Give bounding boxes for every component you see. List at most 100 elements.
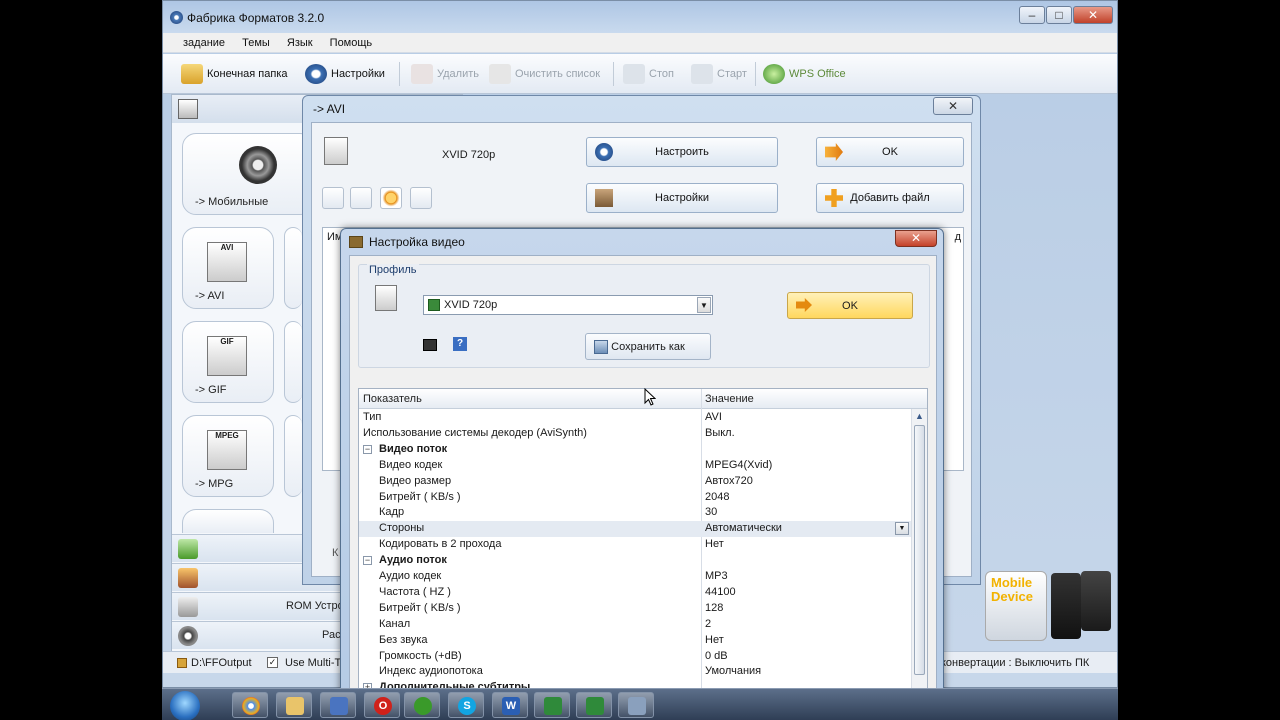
- maximize-button[interactable]: □: [1046, 6, 1072, 24]
- start-button[interactable]: [170, 691, 200, 720]
- minimize-button[interactable]: –: [1019, 6, 1045, 24]
- settings-button[interactable]: Настройки: [305, 62, 385, 86]
- taskbar-chrome[interactable]: [232, 692, 268, 718]
- grid-row[interactable]: Битрейт ( KB/s ) 128: [359, 601, 911, 617]
- scroll-thumb[interactable]: [914, 425, 925, 675]
- dialog-close-button[interactable]: ✕: [895, 230, 937, 247]
- property-grid: Показатель Значение Тип AVI Использование …: [358, 388, 928, 694]
- grid-row-value[interactable]: Автоx720: [705, 475, 753, 487]
- wps-office-button[interactable]: WPS Office: [763, 62, 846, 86]
- avi-ok-button[interactable]: OK: [816, 137, 964, 167]
- grid-row-value[interactable]: 30: [705, 506, 717, 518]
- spreadsheet-icon: [544, 697, 562, 715]
- profile-select[interactable]: XVID 720p ▼: [423, 295, 713, 315]
- scroll-up-icon[interactable]: ▲: [915, 411, 924, 421]
- output-path[interactable]: D:\FFOutput: [191, 657, 252, 669]
- clear-icon[interactable]: [350, 187, 372, 209]
- taskbar-word[interactable]: W: [492, 692, 528, 718]
- close-button[interactable]: ✕: [1073, 6, 1113, 24]
- multithread-checkbox[interactable]: ✓: [267, 657, 278, 668]
- grid-row-value[interactable]: Нет: [705, 538, 724, 550]
- dialog-ok-button[interactable]: OK: [787, 292, 913, 319]
- taskbar-opera[interactable]: O: [364, 692, 400, 718]
- grid-row[interactable]: Частота ( HZ ) 44100: [359, 585, 911, 601]
- grid-row-value[interactable]: Умолчания: [705, 665, 761, 677]
- grid-row-value[interactable]: 128: [705, 602, 723, 614]
- menu-help[interactable]: Помощь: [330, 33, 373, 53]
- console-icon[interactable]: [423, 339, 437, 351]
- taskbar-excel-2[interactable]: [576, 692, 612, 718]
- grid-row[interactable]: Без звука Нет: [359, 633, 911, 649]
- grid-row-key: Видео размер: [379, 474, 452, 487]
- info-icon[interactable]: [410, 187, 432, 209]
- after-conversion-label[interactable]: конвертации : Выключить ПК: [941, 657, 1089, 669]
- folder-icon: [286, 697, 304, 715]
- col-param-header[interactable]: Показатель: [363, 393, 422, 405]
- grid-section[interactable]: − Видео поток: [359, 442, 911, 458]
- avi-close-button[interactable]: ✕: [933, 97, 973, 115]
- col-value-header[interactable]: Значение: [705, 393, 754, 405]
- save-as-button[interactable]: Сохранить как: [585, 333, 711, 360]
- start-label: Старт: [717, 68, 747, 80]
- help-icon[interactable]: ?: [453, 337, 467, 351]
- clear-list-button[interactable]: Очистить список: [489, 62, 600, 86]
- grid-row[interactable]: Использование системы декодер (AviSynth)…: [359, 426, 911, 442]
- grid-row-value[interactable]: 2048: [705, 491, 729, 503]
- grid-row[interactable]: Громкость (+dB) 0 dB: [359, 649, 911, 665]
- grid-row-key: Кадр: [379, 506, 405, 519]
- grid-row-value[interactable]: 2: [705, 618, 711, 630]
- menu-language[interactable]: Язык: [287, 33, 313, 53]
- collapse-icon[interactable]: −: [363, 556, 372, 566]
- grid-row-value[interactable]: 0 dB: [705, 650, 728, 662]
- taskbar-app[interactable]: [320, 692, 356, 718]
- tile-partial[interactable]: [182, 509, 274, 533]
- taskbar-format-factory[interactable]: [618, 692, 654, 718]
- delete-button[interactable]: Удалить: [411, 62, 479, 86]
- grid-row-value[interactable]: Выкл.: [705, 427, 735, 439]
- taskbar-excel[interactable]: [534, 692, 570, 718]
- play-icon[interactable]: [380, 187, 402, 209]
- tile-mpg[interactable]: MPEG -> MPG: [182, 415, 274, 497]
- add-file-button[interactable]: Добавить файл: [816, 183, 964, 213]
- stop-button[interactable]: Стоп: [623, 62, 674, 86]
- menu-themes[interactable]: Темы: [242, 33, 270, 53]
- grid-row[interactable]: Битрейт ( KB/s ) 2048: [359, 490, 911, 506]
- promo-line2: Device: [991, 589, 1033, 604]
- grid-row-value[interactable]: MPEG4(Xvid): [705, 459, 772, 471]
- tile-mobile[interactable]: -> Мобильные: [182, 133, 314, 215]
- grid-row-value[interactable]: Автоматически: [705, 522, 782, 534]
- menu-task[interactable]: задание: [183, 33, 225, 53]
- taskbar-skype[interactable]: S: [448, 692, 484, 718]
- grid-row-value[interactable]: Нет: [705, 634, 724, 646]
- start-button[interactable]: Старт: [691, 62, 747, 86]
- skype-icon: S: [458, 697, 476, 715]
- grid-section[interactable]: − Аудио поток: [359, 553, 911, 569]
- avi-file-icon: [375, 285, 397, 311]
- dialog-title: Настройка видео: [369, 235, 465, 249]
- grid-row[interactable]: Кадр 30: [359, 505, 911, 521]
- output-folder-button[interactable]: Конечная папка: [181, 62, 288, 86]
- grid-row-value[interactable]: AVI: [705, 411, 722, 423]
- collapse-icon[interactable]: −: [363, 444, 372, 454]
- grid-row[interactable]: Кодировать в 2 прохода Нет: [359, 537, 911, 553]
- grid-row-value[interactable]: MP3: [705, 570, 728, 582]
- tile-avi[interactable]: AVI -> AVI: [182, 227, 274, 309]
- grid-row[interactable]: Видео кодек MPEG4(Xvid): [359, 458, 911, 474]
- chevron-down-icon[interactable]: ▼: [895, 522, 909, 536]
- remove-icon[interactable]: [322, 187, 344, 209]
- configure-button[interactable]: Настроить: [586, 137, 778, 167]
- avi-settings-button[interactable]: Настройки: [586, 183, 778, 213]
- grid-row[interactable]: Тип AVI: [359, 410, 911, 426]
- grid-row[interactable]: Индекс аудиопотока Умолчания: [359, 664, 911, 680]
- avi-ok-label: OK: [882, 146, 898, 158]
- grid-row-key: Аудио поток: [379, 554, 447, 567]
- grid-row-value[interactable]: 44100: [705, 586, 736, 598]
- grid-row[interactable]: Стороны Автоматически ▼: [359, 521, 911, 538]
- grid-row[interactable]: Аудио кодек MP3: [359, 569, 911, 585]
- grid-scrollbar[interactable]: ▲: [911, 409, 927, 693]
- taskbar-explorer[interactable]: [276, 692, 312, 718]
- grid-row[interactable]: Видео размер Автоx720: [359, 474, 911, 490]
- tile-gif[interactable]: GIF -> GIF: [182, 321, 274, 403]
- grid-row[interactable]: Канал 2: [359, 617, 911, 633]
- taskbar-utorrent[interactable]: [404, 692, 440, 718]
